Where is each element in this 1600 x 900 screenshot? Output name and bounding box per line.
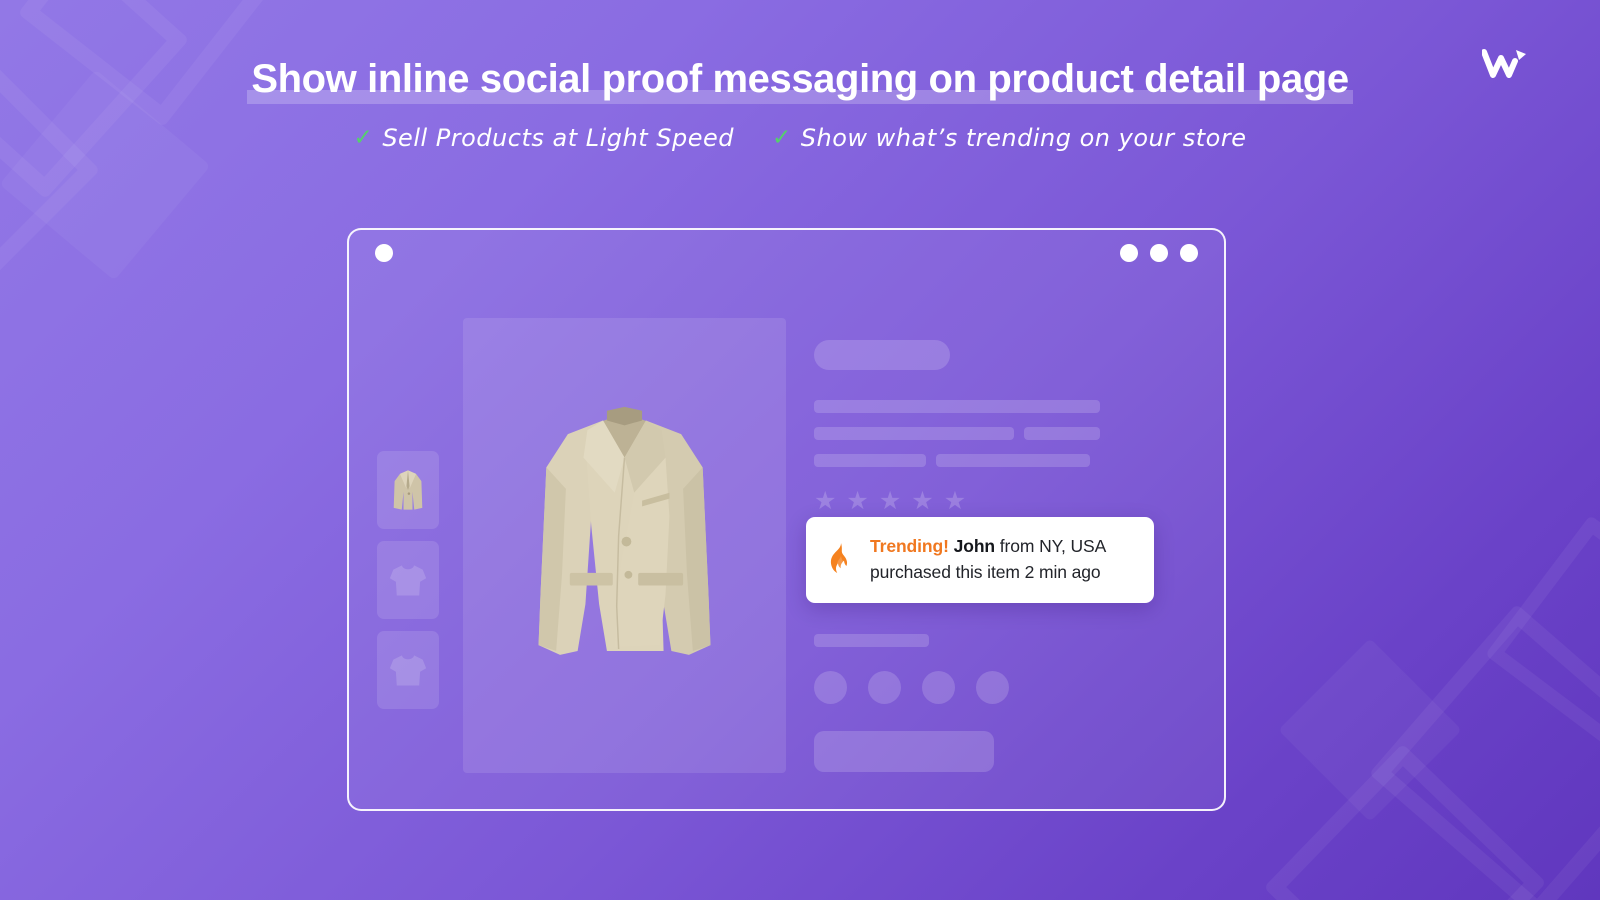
- window-dot-icon[interactable]: [1180, 244, 1198, 262]
- thumbnail-tshirt-2[interactable]: [377, 631, 439, 709]
- window-dot-icon[interactable]: [1150, 244, 1168, 262]
- variant-swatch[interactable]: [814, 671, 847, 704]
- page-title: Show inline social proof messaging on pr…: [247, 56, 1353, 104]
- notification-action: purchased this item 2 min ago: [870, 562, 1101, 583]
- variant-swatch[interactable]: [868, 671, 901, 704]
- star-icon: ★: [911, 487, 934, 515]
- window-controls: [1120, 244, 1198, 262]
- subtitle-label: Show what’s trending on your store: [800, 124, 1247, 152]
- product-thumbnail-list: [377, 318, 439, 773]
- variant-label-placeholder: [814, 634, 929, 647]
- subtitle-label: Sell Products at Light Speed: [382, 124, 734, 152]
- customer-name: John: [953, 536, 996, 556]
- description-line-1: [814, 400, 1114, 413]
- social-proof-notification[interactable]: Trending! John from NY, USA purchased thi…: [806, 517, 1154, 603]
- subtitle-item-2: ✓ Show what’s trending on your store: [772, 124, 1246, 152]
- notification-location: from NY, USA: [995, 536, 1107, 556]
- star-icon: ★: [943, 487, 967, 515]
- variant-swatch[interactable]: [922, 671, 955, 704]
- headline-text: Show inline social proof messaging on pr…: [251, 57, 1349, 101]
- fire-icon: [826, 542, 856, 576]
- rating-stars: ★ ★ ★ ★ ★: [814, 489, 1114, 514]
- description-line-2: [814, 427, 1114, 440]
- trending-label: Trending!: [870, 536, 949, 556]
- subtitle-item-1: ✓ Sell Products at Light Speed: [354, 124, 734, 152]
- variant-swatch-list: [814, 671, 1114, 704]
- description-line-3: [814, 454, 1114, 467]
- headline-container: Show inline social proof messaging on pr…: [0, 56, 1600, 104]
- star-icon: ★: [878, 487, 902, 515]
- background-diamond-icon: [1484, 514, 1600, 761]
- notification-message: Trending! John from NY, USA purchased thi…: [870, 533, 1106, 586]
- background-diamond-icon: [1278, 638, 1462, 822]
- check-icon: ✓: [772, 124, 792, 151]
- thumbnail-tshirt-1[interactable]: [377, 541, 439, 619]
- add-to-cart-placeholder[interactable]: [814, 731, 994, 772]
- thumbnail-blazer[interactable]: [377, 451, 439, 529]
- product-title-placeholder: [814, 340, 950, 370]
- browser-title-bar: [349, 230, 1224, 276]
- promo-banner: Show inline social proof messaging on pr…: [0, 0, 1600, 900]
- subtitle-list: ✓ Sell Products at Light Speed ✓ Show wh…: [0, 124, 1600, 152]
- star-icon: ★: [846, 487, 869, 515]
- star-icon: ★: [814, 487, 837, 515]
- window-dot-icon[interactable]: [1120, 244, 1138, 262]
- variant-swatch[interactable]: [976, 671, 1009, 704]
- check-icon: ✓: [353, 124, 374, 151]
- background-diamond-icon: [1263, 743, 1547, 900]
- background-diamond-icon: [1368, 603, 1600, 900]
- product-image-blazer[interactable]: [463, 318, 786, 773]
- window-dot-left-icon[interactable]: [375, 244, 393, 262]
